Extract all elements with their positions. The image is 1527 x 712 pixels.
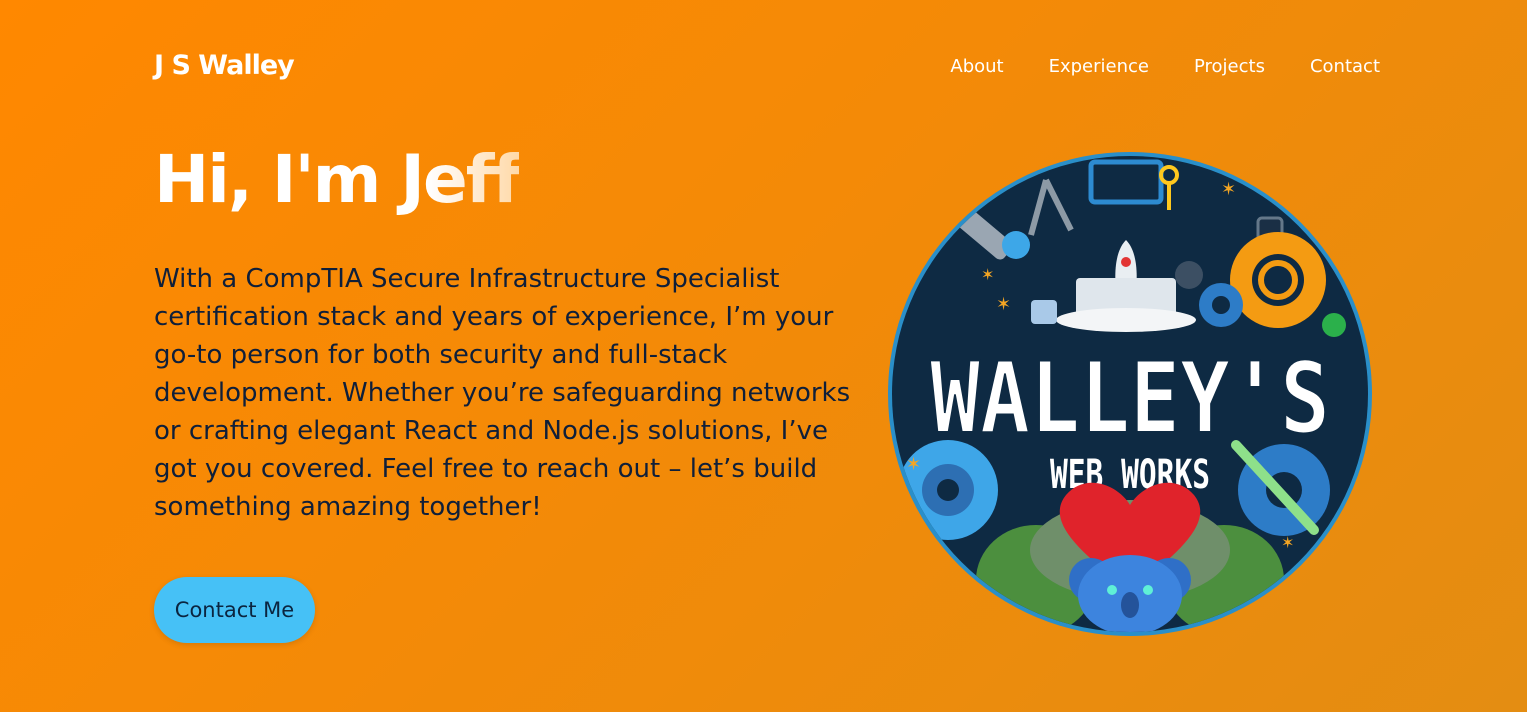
svg-text:✶: ✶ [1221,179,1236,200]
nav-links: About Experience Projects Contact [950,56,1380,77]
hero-description: With a CompTIA Secure Infrastructure Spe… [154,264,851,522]
logo-title: WALLEY'S [930,342,1330,456]
nav-link-about[interactable]: About [950,56,1003,77]
nav-link-contact[interactable]: Contact [1310,56,1380,77]
brand-logo-text[interactable]: J S Walley [154,50,295,81]
nav-link-experience[interactable]: Experience [1049,56,1149,77]
shield-badge-icon [1002,231,1030,259]
svg-text:✶: ✶ [906,454,921,475]
contact-me-button[interactable]: Contact Me [154,577,315,643]
svg-text:✶: ✶ [1281,533,1294,552]
walleys-web-works-logo: WALLEY'S WEB WORKS ✶ ✶ ✶ ✶ ✶ [888,152,1372,636]
svg-text:✶: ✶ [996,294,1011,315]
padlock-icon [1031,300,1057,324]
orange-gear-icon [1230,232,1326,328]
svg-text:✶: ✶ [981,265,994,284]
nav-link-projects[interactable]: Projects [1194,56,1265,77]
navbar: J S Walley About Experience Projects Con… [0,0,1527,140]
check-badge-icon [1322,313,1346,337]
hero-title: Hi, I'm Jeff [154,141,521,218]
